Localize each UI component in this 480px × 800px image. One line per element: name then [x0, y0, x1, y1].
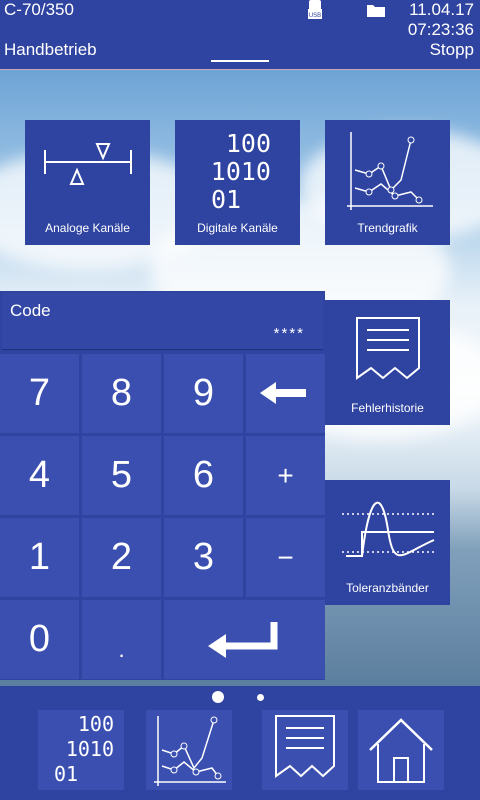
- key-6[interactable]: 6: [164, 436, 243, 515]
- machine-name: C-70/350: [4, 0, 74, 19]
- tile-analog-channels[interactable]: Analoge Kanäle: [25, 120, 150, 245]
- svg-text:USB: USB: [309, 13, 321, 19]
- tile-tolerance-bands[interactable]: Toleranzbänder: [325, 480, 450, 605]
- trend-chart-icon: [347, 132, 433, 210]
- bottom-nav: 100 1010 01: [0, 686, 480, 800]
- nav-trend-button[interactable]: [146, 710, 232, 790]
- tile-trend-graphic[interactable]: Trendgrafik: [325, 120, 450, 245]
- folder-icon: [367, 5, 385, 17]
- trend-chart-icon: [154, 716, 226, 786]
- key-0[interactable]: 0: [0, 600, 79, 679]
- key-plus[interactable]: +: [246, 436, 325, 515]
- binary-icon: 100 1010 01: [210, 129, 271, 214]
- home-icon: [369, 718, 433, 783]
- nav-digital-button[interactable]: 100 1010 01: [38, 710, 124, 790]
- key-2[interactable]: 2: [82, 518, 161, 597]
- report-icon: [356, 317, 420, 380]
- code-field[interactable]: Code ****: [2, 293, 323, 350]
- tile-label: Fehlerhistorie: [351, 401, 424, 415]
- status-header: C-70/350 Handbetrieb USB 11.04.17 07:23:…: [0, 0, 480, 70]
- tile-label: Digitale Kanäle: [197, 221, 278, 235]
- tile-label: Toleranzbänder: [346, 581, 429, 595]
- key-4[interactable]: 4: [0, 436, 79, 515]
- arrow-left-icon: [260, 382, 306, 404]
- tile-error-history[interactable]: Fehlerhistorie: [325, 300, 450, 425]
- nav-home-button[interactable]: [358, 710, 444, 790]
- tolerance-icon: [342, 501, 435, 557]
- tile-label: Analoge Kanäle: [45, 221, 130, 235]
- code-value: ****: [273, 325, 305, 342]
- machine-state: Stopp: [429, 40, 474, 59]
- date-display: 11.04.17: [409, 0, 474, 19]
- time-display: 07:23:36: [407, 20, 474, 39]
- backspace-key[interactable]: [246, 354, 325, 433]
- tile-digital-channels[interactable]: 100 1010 01 Digitale Kanäle: [175, 120, 300, 245]
- key-decimal[interactable]: .: [82, 600, 161, 679]
- page-dot[interactable]: [257, 694, 264, 701]
- operating-mode: Handbetrieb: [4, 40, 97, 59]
- tile-label: Trendgrafik: [357, 221, 418, 235]
- key-9[interactable]: 9: [164, 354, 243, 433]
- key-7[interactable]: 7: [0, 354, 79, 433]
- enter-key[interactable]: [164, 600, 325, 679]
- enter-arrow-icon: [208, 622, 278, 658]
- code-keypad: Code **** 7 8 9 4 5 6 + 1 2 3 − 0 .: [0, 291, 325, 680]
- key-1[interactable]: 1: [0, 518, 79, 597]
- report-icon: [275, 715, 335, 778]
- page-dot-active[interactable]: [212, 691, 224, 703]
- code-label: Code: [10, 301, 51, 320]
- binary-icon: 100 1010 01: [54, 712, 114, 786]
- key-minus[interactable]: −: [246, 518, 325, 597]
- usb-icon: USB: [308, 0, 322, 19]
- page-indicator-line: [211, 60, 269, 62]
- balance-icon: [44, 143, 132, 185]
- key-8[interactable]: 8: [82, 354, 161, 433]
- key-5[interactable]: 5: [82, 436, 161, 515]
- key-3[interactable]: 3: [164, 518, 243, 597]
- nav-error-history-button[interactable]: [262, 710, 348, 790]
